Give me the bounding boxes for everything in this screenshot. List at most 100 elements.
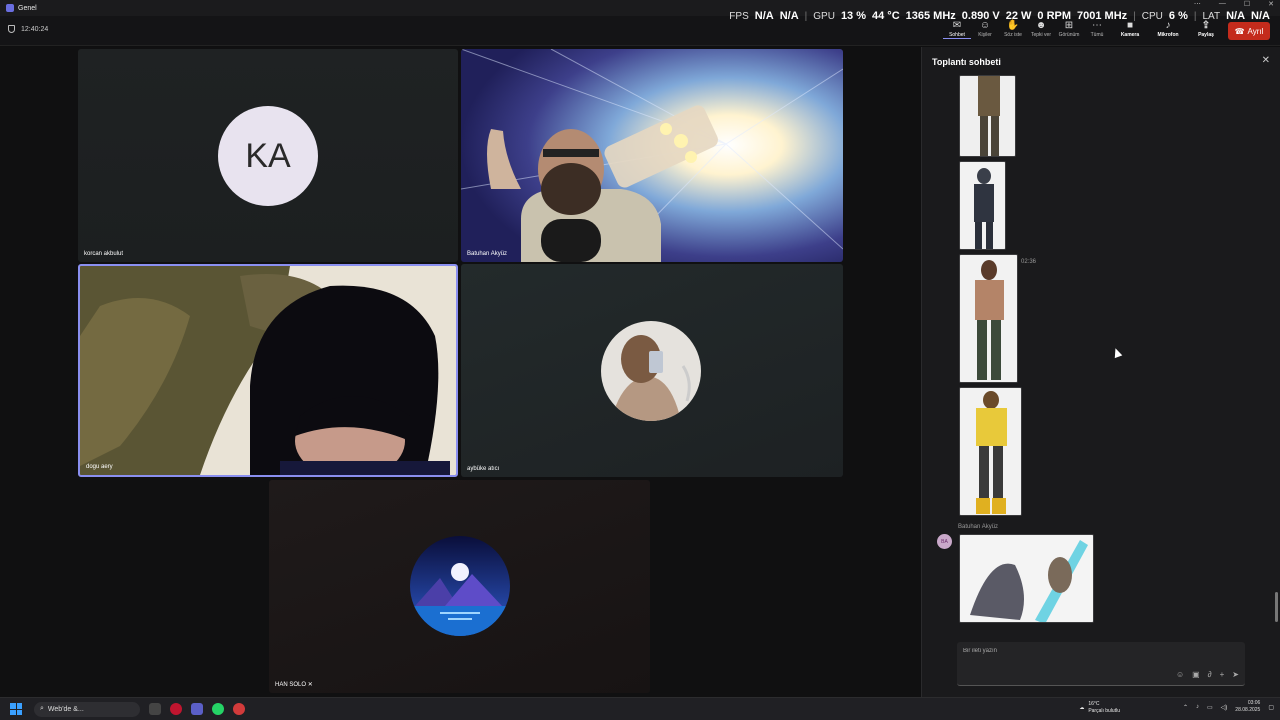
minimize-icon[interactable]: —	[1219, 0, 1226, 8]
task-view-icon[interactable]	[149, 703, 161, 715]
avatar	[410, 536, 510, 636]
raise-hand-button[interactable]: ✋ Söz iste	[999, 20, 1027, 39]
close-icon[interactable]: ✕	[1262, 55, 1270, 66]
message-timestamp: 02:36	[1021, 259, 1037, 265]
tab-label: Kişiler	[978, 32, 992, 38]
microphone-icon[interactable]: ♪	[1196, 704, 1199, 710]
message-input[interactable]	[963, 648, 1233, 654]
emoji-icon[interactable]: ☺	[1176, 670, 1184, 679]
participant-name: Batuhan Akyüz	[467, 251, 508, 257]
meeting-toolbar: ✉ Sohbet ☺ Kişiler ✋ Söz iste ☻ Tepki ve…	[943, 20, 1225, 39]
close-icon[interactable]: ✕	[1268, 0, 1274, 8]
mic-label: Mikrofon	[1157, 32, 1179, 38]
gpu-fan: 0 RPM	[1037, 10, 1072, 22]
send-icon[interactable]: ➤	[1232, 670, 1239, 679]
gpu-load: 13 %	[840, 10, 867, 22]
fps-value-2: N/A	[779, 10, 799, 22]
cpu-label: CPU	[1141, 11, 1163, 22]
chat-image[interactable]	[959, 254, 1018, 383]
view-button[interactable]: ⊞ Görünüm	[1055, 20, 1083, 39]
window-controls: ⋯ — ☐ ✕	[1194, 0, 1274, 8]
clock-time: 03:06	[1247, 700, 1261, 706]
performance-overlay: FPS N/A N/A | GPU 13 % 44 °C 1365 MHz 0.…	[729, 10, 1270, 22]
meeting-timer: 12:40:24	[8, 25, 48, 33]
clock[interactable]: 03:06 28.08.2025	[1235, 700, 1260, 714]
tab-people[interactable]: ☺ Kişiler	[971, 20, 999, 39]
fps-value: N/A	[754, 10, 774, 22]
app-icon[interactable]	[233, 703, 245, 715]
notification-icon[interactable]: ▢	[1268, 704, 1274, 711]
more-button[interactable]: ⋯ Tümü	[1083, 20, 1111, 39]
participant-name-text: HAN SOLO	[275, 682, 307, 688]
chat-image[interactable]	[959, 161, 1006, 250]
lat-value-2: N/A	[1251, 10, 1270, 22]
maximize-icon[interactable]: ☐	[1244, 0, 1250, 8]
camera-button[interactable]: ■ Kamera	[1111, 20, 1149, 39]
system-tray: ⌃ ♪ ▭ ◁) 03:06 28.08.2025 ▢	[1183, 700, 1274, 714]
participant-name: dogu aery	[86, 464, 113, 470]
avatar: BA	[937, 534, 952, 549]
gpu-temp: 44 °C	[872, 10, 900, 22]
participant-tile-batuhan[interactable]: Batuhan Akyüz	[461, 49, 843, 262]
attach-icon[interactable]: ∂	[1208, 670, 1212, 679]
meeting-chat-panel: Toplantı sohbeti ✕ 02:36 Batuhan Akyüz B…	[921, 47, 1280, 697]
chevron-up-icon[interactable]: ⌃	[1183, 704, 1188, 711]
lat-value: N/A	[1226, 10, 1246, 22]
message-compose-box[interactable]: ☺ ▣ ∂ + ➤	[957, 642, 1245, 686]
cloud-icon: ☁	[1079, 704, 1085, 711]
gpu-label: GPU	[813, 11, 835, 22]
more-icon[interactable]: ⋯	[1194, 0, 1201, 8]
chat-image[interactable]	[959, 534, 1094, 623]
chat-image[interactable]	[959, 387, 1022, 516]
video-feed	[461, 49, 843, 262]
participant-tile-dogu[interactable]: dogu aery	[78, 264, 458, 477]
cpu-load: 6 %	[1168, 10, 1188, 22]
participant-tile-hansolo[interactable]: HAN SOLO ✕	[269, 480, 650, 693]
tab-chat[interactable]: ✉ Sohbet	[943, 20, 971, 39]
react-button[interactable]: ☻ Tepki ver	[1027, 20, 1055, 39]
share-button[interactable]: ⇪ Paylaş	[1187, 20, 1225, 39]
volume-icon[interactable]: ◁)	[1221, 704, 1228, 711]
chat-image[interactable]	[959, 75, 1016, 157]
start-icon[interactable]	[10, 703, 22, 715]
search-label: Web'de &...	[47, 705, 84, 713]
tab-label: Görünüm	[1058, 32, 1080, 38]
opera-icon[interactable]	[170, 703, 182, 715]
timer-text: 12:40:24	[21, 25, 49, 33]
weather-temp: 16°C	[1088, 701, 1100, 707]
video-feed	[80, 266, 456, 475]
chat-scrollbar[interactable]	[1275, 592, 1278, 622]
participant-tile-aybuke[interactable]: aybüke atıcı	[461, 264, 843, 477]
participant-name: korcan akbulut	[84, 251, 124, 257]
compose-toolbar: ☺ ▣ ∂ + ➤	[1176, 670, 1239, 679]
participant-tile-korcan[interactable]: KA korcan akbulut	[78, 49, 458, 262]
fps-label: FPS	[729, 11, 749, 22]
gpu-voltage: 0.890 V	[961, 10, 1000, 22]
shield-icon	[8, 25, 15, 33]
microphone-button[interactable]: ♪ Mikrofon	[1149, 20, 1187, 39]
network-icon[interactable]: ▭	[1207, 704, 1213, 711]
leave-label: Ayrıl	[1247, 26, 1264, 36]
gif-icon[interactable]: ▣	[1192, 670, 1200, 679]
lat-label: LAT	[1202, 11, 1221, 22]
message-author: Batuhan Akyüz	[958, 524, 999, 530]
participant-name: HAN SOLO ✕	[275, 681, 313, 688]
tab-label: Söz iste	[1004, 32, 1022, 38]
chat-title: Toplantı sohbeti	[932, 57, 1001, 67]
plus-icon[interactable]: +	[1220, 670, 1225, 679]
weather-widget[interactable]: ☁ 16°C Parçalı bulutlu	[1079, 701, 1120, 715]
taskbar-search[interactable]: ⌕ Web'de &...	[34, 701, 140, 717]
teams-icon[interactable]	[191, 703, 203, 715]
camera-label: Kamera	[1120, 32, 1140, 38]
teams-icon	[6, 4, 14, 12]
phone-hangup-icon: ☎	[1234, 26, 1245, 36]
gpu-clock: 1365 MHz	[905, 10, 956, 22]
whatsapp-icon[interactable]	[212, 703, 224, 715]
weather-desc: Parçalı bulutlu	[1088, 708, 1120, 714]
leave-button[interactable]: ☎ Ayrıl	[1228, 22, 1270, 40]
tab-label: Tepki ver	[1030, 32, 1051, 38]
avatar	[601, 321, 701, 421]
participant-name: aybüke atıcı	[467, 466, 500, 472]
tab-label: Sohbet	[949, 32, 965, 38]
share-label: Paylaş	[1198, 32, 1214, 38]
